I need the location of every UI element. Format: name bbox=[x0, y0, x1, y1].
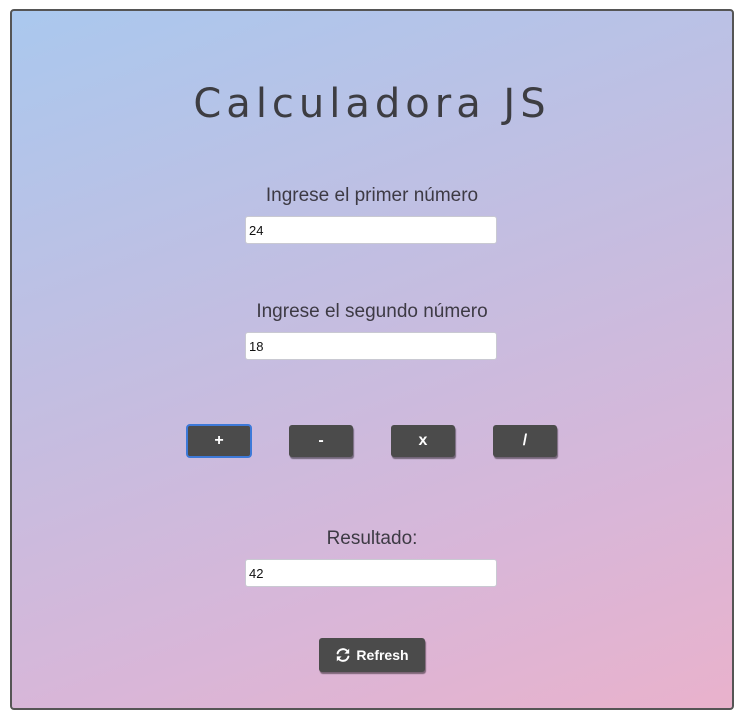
second-number-label: Ingrese el segundo número bbox=[256, 301, 488, 322]
subtract-button[interactable]: - bbox=[289, 425, 353, 457]
result-output[interactable] bbox=[245, 559, 497, 587]
multiply-button[interactable]: x bbox=[391, 425, 455, 457]
first-number-label: Ingrese el primer número bbox=[265, 185, 479, 206]
calculator-panel: Calculadora JS Ingrese el primer número … bbox=[10, 9, 734, 710]
refresh-label: Refresh bbox=[356, 647, 409, 663]
add-button[interactable]: + bbox=[186, 424, 252, 458]
first-number-input[interactable] bbox=[245, 216, 497, 244]
result-label: Resultado: bbox=[326, 528, 418, 549]
refresh-icon bbox=[335, 647, 351, 663]
page-title: Calculadora JS bbox=[193, 81, 551, 127]
refresh-button[interactable]: Refresh bbox=[319, 638, 425, 672]
second-number-input[interactable] bbox=[245, 332, 497, 360]
divide-button[interactable]: / bbox=[493, 425, 557, 457]
